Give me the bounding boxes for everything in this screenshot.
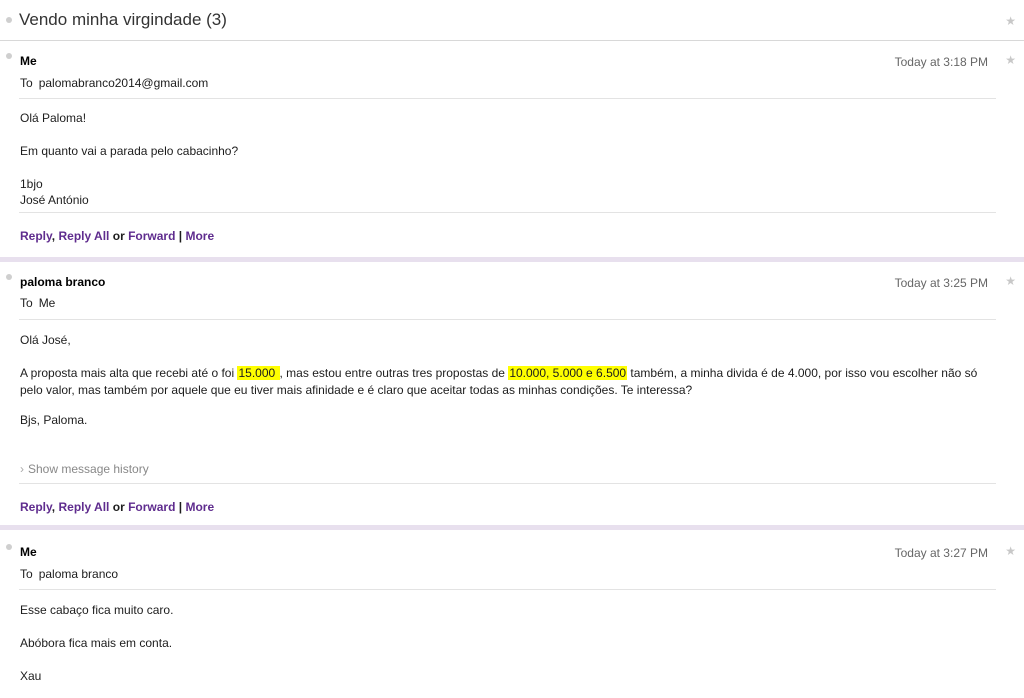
message-sender[interactable]: Me [20,545,37,559]
star-icon[interactable]: ★ [1005,274,1016,288]
divider [19,98,996,99]
forward-link[interactable]: Forward [128,229,175,243]
body-line: Bjs, Paloma. [20,413,88,427]
divider [19,319,996,320]
or-text: or [112,229,125,243]
message-dot-icon [6,53,12,59]
to-label: To [20,296,33,310]
body-line: Xau [20,669,42,683]
body-paragraph: A proposta mais alta que recebi até o fo… [20,365,995,399]
comma: , [51,500,56,514]
body-line: Em quanto vai a parada pelo cabacinho? [20,144,239,158]
show-history-toggle[interactable]: › Show message history [20,462,149,476]
more-link[interactable]: More [185,229,214,243]
body-line: Abóbora fica mais em conta. [20,636,173,650]
divider [19,589,996,590]
divider [19,212,996,213]
highlighted-amount: 15.000 [237,366,280,380]
reply-all-link[interactable]: Reply All [58,229,109,243]
comma: , [51,229,56,243]
conversation-subject: Vendo minha virgindade (3) [19,10,227,29]
highlighted-amounts: 10.000, 5.000 e 6.500 [508,366,628,380]
message-2: paloma branco Today at 3:25 PM ★ To Me Ol… [0,262,1024,525]
message-time: Today at 3:18 PM [894,55,988,69]
message-recipients: To palomabranco2014@gmail.com [20,76,208,90]
unread-dot-icon [6,17,12,23]
reply-all-link[interactable]: Reply All [58,500,109,514]
chevron-right-icon: › [20,462,24,476]
message-3: Me Today at 3:27 PM ★ To paloma branco Es… [0,532,1024,698]
body-line: José António [20,193,89,207]
reply-link[interactable]: Reply [20,500,52,514]
message-sender[interactable]: Me [20,54,37,68]
message-time: Today at 3:27 PM [894,546,988,560]
star-icon[interactable]: ★ [1005,544,1016,558]
to-label: To [20,567,33,581]
body-line: Olá José, [20,333,71,347]
more-link[interactable]: More [185,500,214,514]
reply-link[interactable]: Reply [20,229,52,243]
forward-link[interactable]: Forward [128,500,175,514]
subject-bar: Vendo minha virgindade (3) ★ [0,0,1024,41]
message-recipients: To Me [20,296,55,310]
body-line: Esse cabaço fica muito caro. [20,603,174,617]
message-time: Today at 3:25 PM [894,276,988,290]
pipe: | [178,229,183,243]
recipient[interactable]: palomabranco2014@gmail.com [39,76,209,90]
message-dot-icon [6,544,12,550]
star-icon[interactable]: ★ [1005,53,1016,67]
body-text: A proposta mais alta que recebi até o fo… [20,366,238,380]
message-recipients: To paloma branco [20,567,118,581]
message-separator [0,525,1024,530]
or-text: or [112,500,125,514]
pipe: | [178,500,183,514]
divider [19,483,996,484]
body-text: , mas estou entre outras tres propostas … [279,366,509,380]
body-line: Olá Paloma! [20,111,87,125]
history-label: Show message history [28,462,149,476]
message-actions: Reply, Reply All or Forward | More [20,229,214,243]
recipient[interactable]: paloma branco [39,567,118,581]
message-dot-icon [6,274,12,280]
message-actions: Reply, Reply All or Forward | More [20,500,214,514]
recipient[interactable]: Me [39,296,56,310]
to-label: To [20,76,33,90]
star-icon[interactable]: ★ [1005,14,1016,28]
message-sender[interactable]: paloma branco [20,275,105,289]
message-1: Me Today at 3:18 PM ★ To palomabranco2014… [0,41,1024,257]
body-line: 1bjo [20,177,43,191]
